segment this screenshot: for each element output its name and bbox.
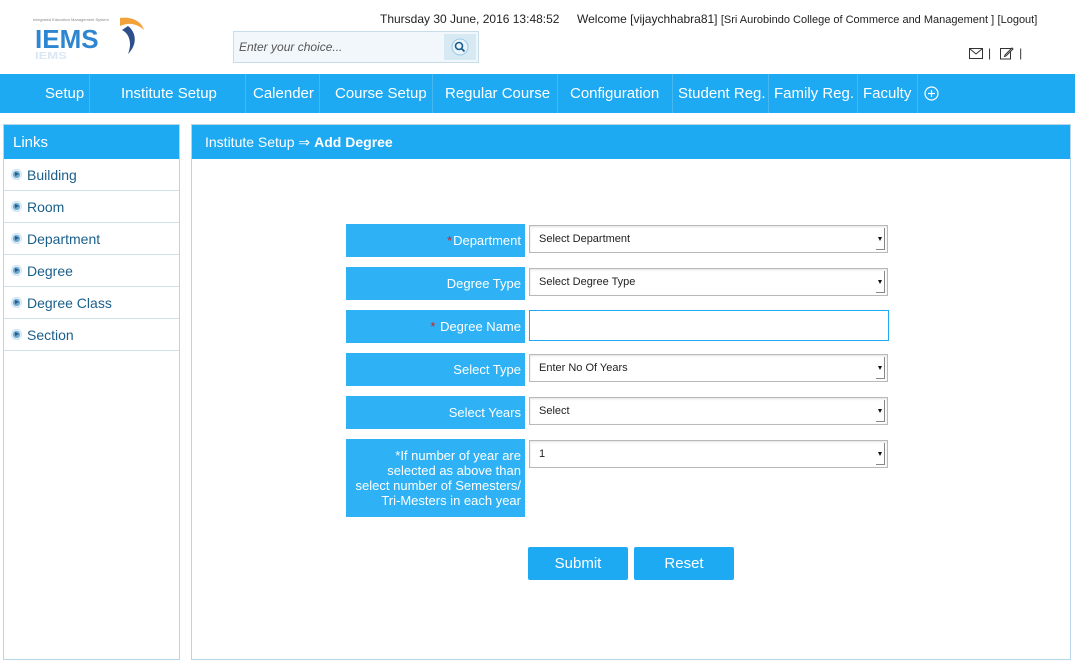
sidebar-item-section[interactable]: Section — [4, 319, 179, 351]
search-icon — [451, 38, 469, 56]
dropdown-arrow-icon — [876, 228, 885, 250]
nav-faculty[interactable]: Faculty — [858, 74, 918, 113]
degree-type-select-value: Select Degree Type — [539, 276, 636, 288]
degree-name-label-text: Degree Name — [440, 319, 521, 334]
sidebar-item-label: Section — [27, 326, 74, 343]
degree-type-label-text: Degree Type — [446, 276, 521, 291]
arrow-bullet-icon — [11, 233, 22, 244]
edit-icon[interactable] — [1000, 46, 1014, 60]
search-box — [233, 31, 479, 63]
department-label-text: Department — [453, 233, 521, 248]
arrow-bullet-icon — [11, 169, 22, 180]
sidebar-item-label: Building — [27, 166, 77, 183]
nav-more-button[interactable] — [918, 74, 948, 113]
sidebar-item-label: Room — [27, 198, 65, 215]
select-years-select[interactable]: Select — [529, 397, 888, 425]
semesters-label-line: Tri-Mesters in each year — [381, 493, 521, 508]
sidebar-item-label: Degree Class — [27, 294, 112, 311]
iems-logo: Integrated Education Management System I… — [32, 14, 150, 64]
nav-student-reg[interactable]: Student Reg. — [673, 74, 769, 113]
icon-divider: | — [988, 46, 992, 60]
sidebar-item-degree[interactable]: Degree — [4, 255, 179, 287]
department-label: * Department — [346, 224, 525, 257]
icon-divider: | — [1019, 46, 1023, 60]
required-mark: * — [447, 233, 453, 248]
semesters-label-text: *If number of year are selected as above… — [356, 448, 521, 508]
sidebar-item-building[interactable]: Building — [4, 159, 179, 191]
datetime-text: Thursday 30 June, 2016 13:48:52 — [380, 12, 560, 26]
nav-setup[interactable]: Setup — [0, 74, 90, 113]
welcome-text: Welcome [vijaychhabra81] [Sri Aurobindo … — [577, 12, 1037, 26]
select-years-label-text: Select Years — [448, 405, 521, 420]
arrow-bullet-icon — [11, 329, 22, 340]
nav-course-setup[interactable]: Course Setup — [320, 74, 433, 113]
dropdown-arrow-icon — [876, 443, 885, 465]
dropdown-arrow-icon — [876, 400, 885, 422]
breadcrumb-separator: ⇒ — [298, 133, 311, 150]
nav-institute-setup[interactable]: Institute Setup — [90, 74, 246, 113]
dropdown-arrow-icon — [876, 357, 885, 379]
arrow-bullet-icon — [11, 297, 22, 308]
semesters-select[interactable]: 1 — [529, 440, 888, 468]
select-type-label: Select Type — [346, 353, 525, 386]
arrow-bullet-icon — [11, 265, 22, 276]
select-type-select-value: Enter No Of Years — [539, 362, 628, 374]
nav-calender[interactable]: Calender — [246, 74, 320, 113]
links-sidebar: Links Building Room Department Degree De… — [3, 124, 180, 660]
semesters-select-value: 1 — [539, 448, 546, 460]
sidebar-item-label: Department — [27, 230, 101, 247]
sidebar-item-room[interactable]: Room — [4, 191, 179, 223]
sidebar-item-department[interactable]: Department — [4, 223, 179, 255]
content-panel: Institute Setup ⇒ Add Degree — [191, 124, 1071, 660]
degree-name-label: * Degree Name — [346, 310, 525, 343]
degree-type-label: Degree Type — [346, 267, 525, 300]
select-years-label: Select Years — [346, 396, 525, 429]
search-button[interactable] — [444, 34, 476, 60]
select-years-select-value: Select — [539, 405, 570, 417]
semesters-label-line: select number of Semesters/ — [355, 478, 521, 493]
nav-family-reg[interactable]: Family Reg. — [769, 74, 858, 113]
breadcrumb: Institute Setup ⇒ Add Degree — [192, 125, 1070, 159]
submit-button[interactable]: Submit — [528, 547, 628, 580]
sidebar-item-label: Degree — [27, 262, 73, 279]
degree-type-select[interactable]: Select Degree Type — [529, 268, 888, 296]
required-mark: * — [430, 319, 436, 334]
page-title: Add Degree — [314, 134, 393, 150]
breadcrumb-parent[interactable]: Institute Setup — [205, 134, 295, 150]
select-type-select[interactable]: Enter No Of Years — [529, 354, 888, 382]
semesters-label: *If number of year are selected as above… — [346, 439, 525, 517]
semesters-label-line: selected as above than — [387, 463, 521, 478]
college-name: [Sri Aurobindo College of Commerce and M… — [720, 14, 995, 26]
reset-button[interactable]: Reset — [634, 547, 734, 580]
main-navbar: Setup Institute Setup Calender Course Se… — [0, 74, 1075, 113]
degree-name-input[interactable] — [529, 310, 889, 341]
arrow-bullet-icon — [11, 201, 22, 212]
sidebar-title: Links — [4, 125, 179, 159]
plus-circle-icon — [924, 86, 939, 101]
dropdown-arrow-icon — [876, 271, 885, 293]
nav-configuration[interactable]: Configuration — [558, 74, 673, 113]
header-icon-bar: | | — [969, 46, 1022, 60]
department-select[interactable]: Select Department — [529, 225, 888, 253]
svg-text:Integrated Education Managemen: Integrated Education Management System — [33, 17, 109, 22]
sidebar-item-degree-class[interactable]: Degree Class — [4, 287, 179, 319]
select-type-label-text: Select Type — [453, 362, 521, 377]
semesters-label-line: *If number of year are — [395, 448, 521, 463]
nav-regular-course[interactable]: Regular Course — [433, 74, 558, 113]
svg-text:IEMS: IEMS — [35, 50, 67, 61]
welcome-user: Welcome [vijaychhabra81] — [577, 12, 718, 26]
mail-icon[interactable] — [969, 47, 983, 59]
logout-link[interactable]: [Logout] — [998, 14, 1038, 26]
department-select-value: Select Department — [539, 233, 631, 245]
search-input[interactable] — [237, 35, 447, 59]
